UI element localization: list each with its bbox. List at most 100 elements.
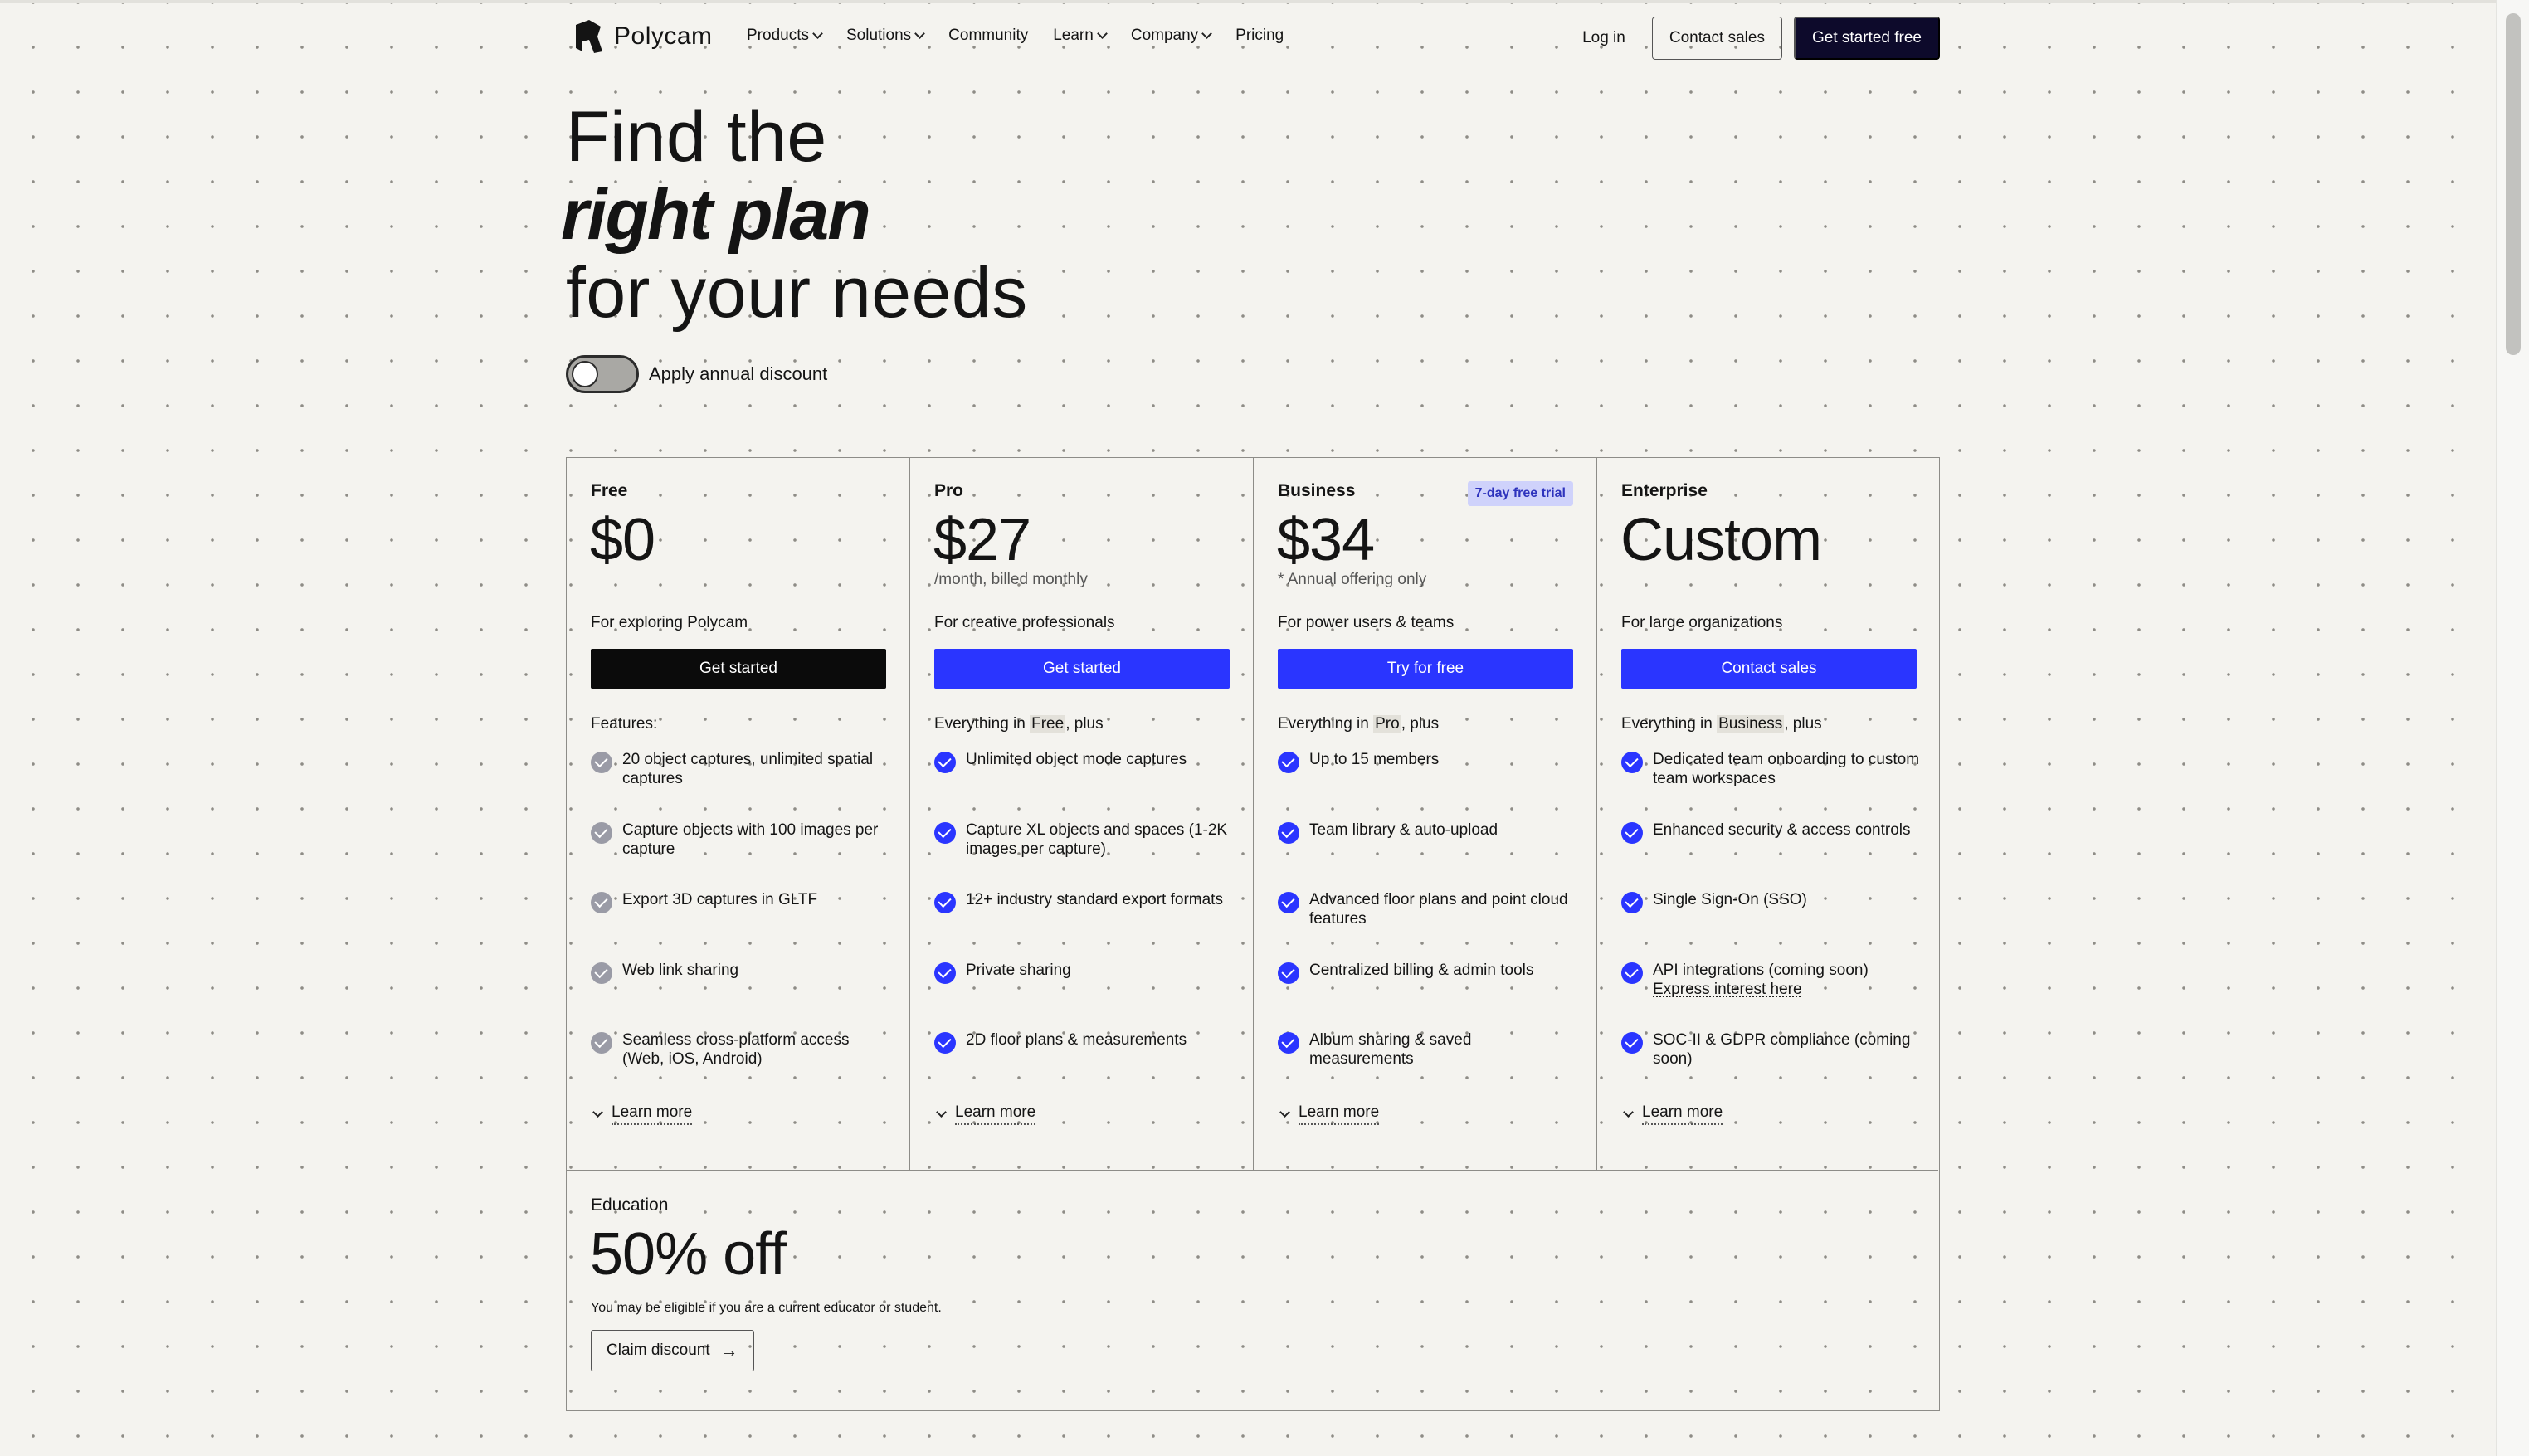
feature-item: Seamless cross-platform access (Web, iOS… — [591, 1030, 889, 1101]
claim-discount-label: Claim discount — [607, 1342, 710, 1359]
education-title: Education — [591, 1195, 669, 1215]
feature-item: Private sharing — [934, 961, 1233, 1031]
features-heading-prefix: Everything in — [934, 715, 1031, 733]
chevron-down-icon — [914, 27, 926, 39]
top-navigation: Polycam Products Solutions Community Learn C… — [566, 15, 1940, 61]
feature-item: Advanced floor plans and point cloud fea… — [1278, 890, 1576, 961]
feature-text-wrap: Centralized billing & admin tools — [1309, 961, 1533, 980]
feature-text-wrap: Capture XL objects and spaces (1-2K imag… — [966, 821, 1233, 859]
feature-item: Dedicated team onboarding to custom team… — [1621, 750, 1920, 821]
feature-item: 12+ industry standard export formats — [934, 890, 1233, 961]
feature-item: Album sharing & saved measurements — [1278, 1030, 1576, 1101]
feature-text-wrap: Unlimited object mode captures — [966, 750, 1187, 769]
feature-text-wrap: 20 object captures, unlimited spatial ca… — [622, 750, 889, 788]
plan-card-free: Free $0 For exploring Polycam Get started Fe… — [567, 458, 910, 1170]
feature-text-wrap: Seamless cross-platform access (Web, iOS… — [622, 1030, 889, 1069]
feature-item: Capture objects with 100 images per capt… — [591, 821, 889, 891]
scrollbar-thumb[interactable] — [2506, 13, 2521, 355]
learn-more-toggle[interactable]: Learn more — [1621, 1103, 1723, 1125]
nav-link-pricing[interactable]: Pricing — [1235, 27, 1284, 45]
hero-line-3: for your needs — [566, 253, 1028, 333]
nav-link-label: Community — [948, 27, 1029, 44]
trial-badge: 7-day free trial — [1467, 481, 1573, 506]
chevron-down-icon — [936, 1106, 947, 1118]
feature-text-wrap: Dedicated team onboarding to custom team… — [1653, 750, 1920, 788]
plan-card-pro: Pro $27/month, billed monthly For creative… — [910, 458, 1254, 1170]
chevron-down-icon — [1201, 27, 1213, 39]
get-started-free-button[interactable]: Get started free — [1793, 17, 1940, 60]
login-link[interactable]: Log in — [1582, 29, 1625, 47]
feature-text-wrap: Album sharing & saved measurements — [1309, 1030, 1576, 1069]
nav-link-solutions[interactable]: Solutions — [845, 27, 926, 45]
feature-text-wrap: Export 3D captures in GLTF — [622, 890, 817, 909]
education-note: You may be eligible if you are a current… — [591, 1301, 942, 1315]
check-circle-icon — [1621, 1032, 1643, 1054]
features-heading-plan-ref: Free — [1030, 715, 1066, 733]
logo[interactable]: Polycam — [573, 18, 713, 55]
feature-list: Unlimited object mode captures Capture XL… — [934, 750, 1233, 1101]
plan-name: Pro — [934, 481, 964, 500]
check-circle-icon — [1278, 752, 1299, 773]
feature-text: 12+ industry standard export formats — [966, 891, 1223, 908]
feature-text: SOC-II & GDPR compliance (coming soon) — [1653, 1031, 1911, 1068]
feature-text: Capture objects with 100 images per capt… — [622, 821, 879, 858]
plan-card-enterprise: Enterprise Custom For large organizations C… — [1597, 458, 1941, 1170]
nav-link-products[interactable]: Products — [747, 27, 823, 45]
plan-name: Enterprise — [1621, 481, 1708, 500]
features-heading-suffix: , plus — [1065, 715, 1104, 733]
check-circle-icon — [1621, 962, 1643, 984]
claim-discount-button[interactable]: Claim discount → — [591, 1330, 754, 1371]
feature-text-wrap: Advanced floor plans and point cloud fea… — [1309, 890, 1576, 928]
feature-item: Centralized billing & admin tools — [1278, 961, 1576, 1031]
enterprise-cta-button[interactable]: Contact sales — [1621, 649, 1917, 689]
features-heading-plan-ref: Business — [1717, 715, 1785, 733]
feature-text-wrap: SOC-II & GDPR compliance (coming soon) — [1653, 1030, 1920, 1069]
contact-sales-button[interactable]: Contact sales — [1651, 17, 1782, 60]
annual-discount-toggle-row: Apply annual discount — [566, 355, 827, 393]
feature-text: Centralized billing & admin tools — [1309, 961, 1534, 979]
nav-link-community[interactable]: Community — [948, 27, 1028, 45]
feature-text: Up to 15 members — [1309, 751, 1440, 768]
learn-more-toggle[interactable]: Learn more — [1278, 1103, 1380, 1125]
feature-text: 2D floor plans & measurements — [966, 1031, 1187, 1049]
feature-item: SOC-II & GDPR compliance (coming soon) — [1621, 1030, 1920, 1101]
check-circle-icon — [934, 1032, 956, 1054]
learn-more-toggle[interactable]: Learn more — [934, 1103, 1036, 1125]
free-cta-button[interactable]: Get started — [591, 649, 886, 689]
education-section: Education 50% off You may be eligible if… — [567, 1170, 1938, 1410]
price-note: /month, billed monthly — [934, 571, 1088, 588]
hero-line-1: Find the — [566, 97, 827, 177]
features-heading: Everything in Business, plus — [1621, 715, 1822, 733]
features-heading-suffix: , plus — [1401, 715, 1440, 733]
feature-item: Export 3D captures in GLTF — [591, 890, 889, 961]
nav-link-learn[interactable]: Learn — [1053, 27, 1108, 45]
feature-list: Up to 15 members Team library & auto-uplo… — [1278, 750, 1576, 1101]
nav-link-company[interactable]: Company — [1130, 27, 1213, 45]
feature-text: Export 3D captures in GLTF — [622, 891, 818, 908]
nav-link-label: Solutions — [845, 27, 912, 44]
plan-tagline: For exploring Polycam — [591, 614, 748, 631]
feature-text: Dedicated team onboarding to custom team… — [1653, 751, 1920, 787]
nav-link-label: Learn — [1053, 27, 1094, 44]
feature-item: Unlimited object mode captures — [934, 750, 1233, 821]
feature-text-wrap: Team library & auto-upload — [1309, 821, 1498, 840]
check-circle-icon — [934, 752, 956, 773]
pro-cta-button[interactable]: Get started — [934, 649, 1230, 689]
express-interest-link[interactable]: Express interest here — [1653, 980, 1869, 999]
feature-text-wrap: 2D floor plans & measurements — [966, 1030, 1187, 1049]
check-circle-icon — [1621, 752, 1643, 773]
annual-discount-toggle[interactable] — [566, 355, 639, 393]
check-circle-icon — [591, 962, 612, 984]
feature-text: Web link sharing — [622, 961, 739, 979]
plan-tagline: For power users & teams — [1278, 614, 1455, 631]
nav-link-label: Company — [1130, 27, 1199, 44]
check-circle-icon — [1621, 821, 1643, 844]
business-cta-button[interactable]: Try for free — [1278, 649, 1573, 689]
page-scrollbar[interactable] — [2496, 0, 2529, 1456]
feature-item: Enhanced security & access controls — [1621, 821, 1920, 891]
learn-more-toggle[interactable]: Learn more — [591, 1103, 693, 1125]
polycam-logo-icon — [576, 20, 602, 53]
check-circle-icon — [591, 892, 612, 913]
feature-text-wrap: Up to 15 members — [1309, 750, 1439, 769]
feature-item: Web link sharing — [591, 961, 889, 1031]
